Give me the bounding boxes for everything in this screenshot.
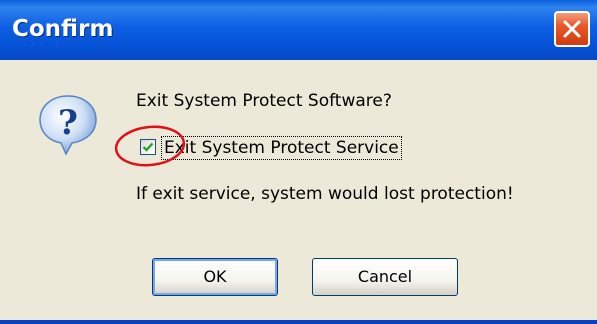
cancel-button[interactable]: Cancel (312, 258, 458, 296)
exit-service-checkbox-label[interactable]: Exit System Protect Service (161, 136, 402, 160)
dialog-title: Confirm (12, 16, 114, 42)
ok-button[interactable]: OK (152, 258, 278, 296)
close-button[interactable] (554, 11, 590, 47)
close-icon (563, 20, 581, 38)
confirm-dialog: Confirm ? Exit System Protect Software? … (0, 0, 597, 324)
dialog-body: ? Exit System Protect Software? Exit Sys… (0, 60, 597, 324)
title-bar[interactable]: Confirm (0, 0, 597, 60)
window-bottom-border (0, 320, 597, 324)
question-icon: ? (36, 92, 100, 156)
confirm-message: Exit System Protect Software? (136, 91, 392, 111)
annotation-circle (114, 125, 186, 167)
warning-message: If exit service, system would lost prote… (136, 184, 514, 204)
svg-text:?: ? (58, 103, 78, 143)
